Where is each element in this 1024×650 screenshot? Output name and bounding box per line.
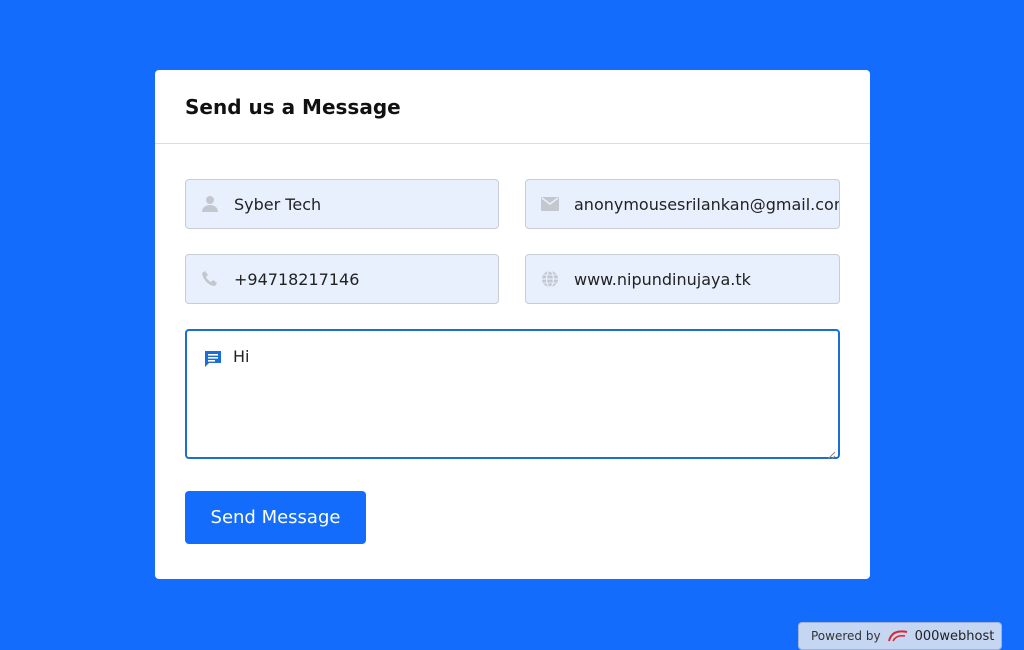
powered-by-badge[interactable]: Powered by 000webhost (798, 622, 1002, 650)
contact-form-card: Send us a Message Hi Send Message (155, 70, 870, 579)
card-header: Send us a Message (155, 70, 870, 144)
user-icon (186, 180, 234, 228)
name-field[interactable] (185, 179, 499, 229)
send-message-button[interactable]: Send Message (185, 491, 366, 544)
phone-icon (186, 255, 234, 303)
message-icon (203, 349, 223, 369)
phone-input[interactable] (234, 255, 498, 303)
resize-handle-icon[interactable] (826, 445, 836, 460)
envelope-icon (526, 180, 574, 228)
host-logo-icon (887, 629, 909, 646)
name-input[interactable] (234, 180, 498, 228)
message-field[interactable]: Hi (185, 329, 840, 460)
email-field[interactable] (525, 179, 840, 229)
email-input[interactable] (574, 180, 839, 228)
website-field[interactable] (525, 254, 840, 304)
host-name: 000webhost (914, 629, 995, 644)
powered-by-label: Powered by (811, 629, 881, 643)
message-textarea[interactable]: Hi (233, 347, 828, 447)
form-title: Send us a Message (185, 94, 401, 119)
globe-icon (526, 255, 574, 303)
phone-field[interactable] (185, 254, 499, 304)
website-input[interactable] (574, 255, 839, 303)
